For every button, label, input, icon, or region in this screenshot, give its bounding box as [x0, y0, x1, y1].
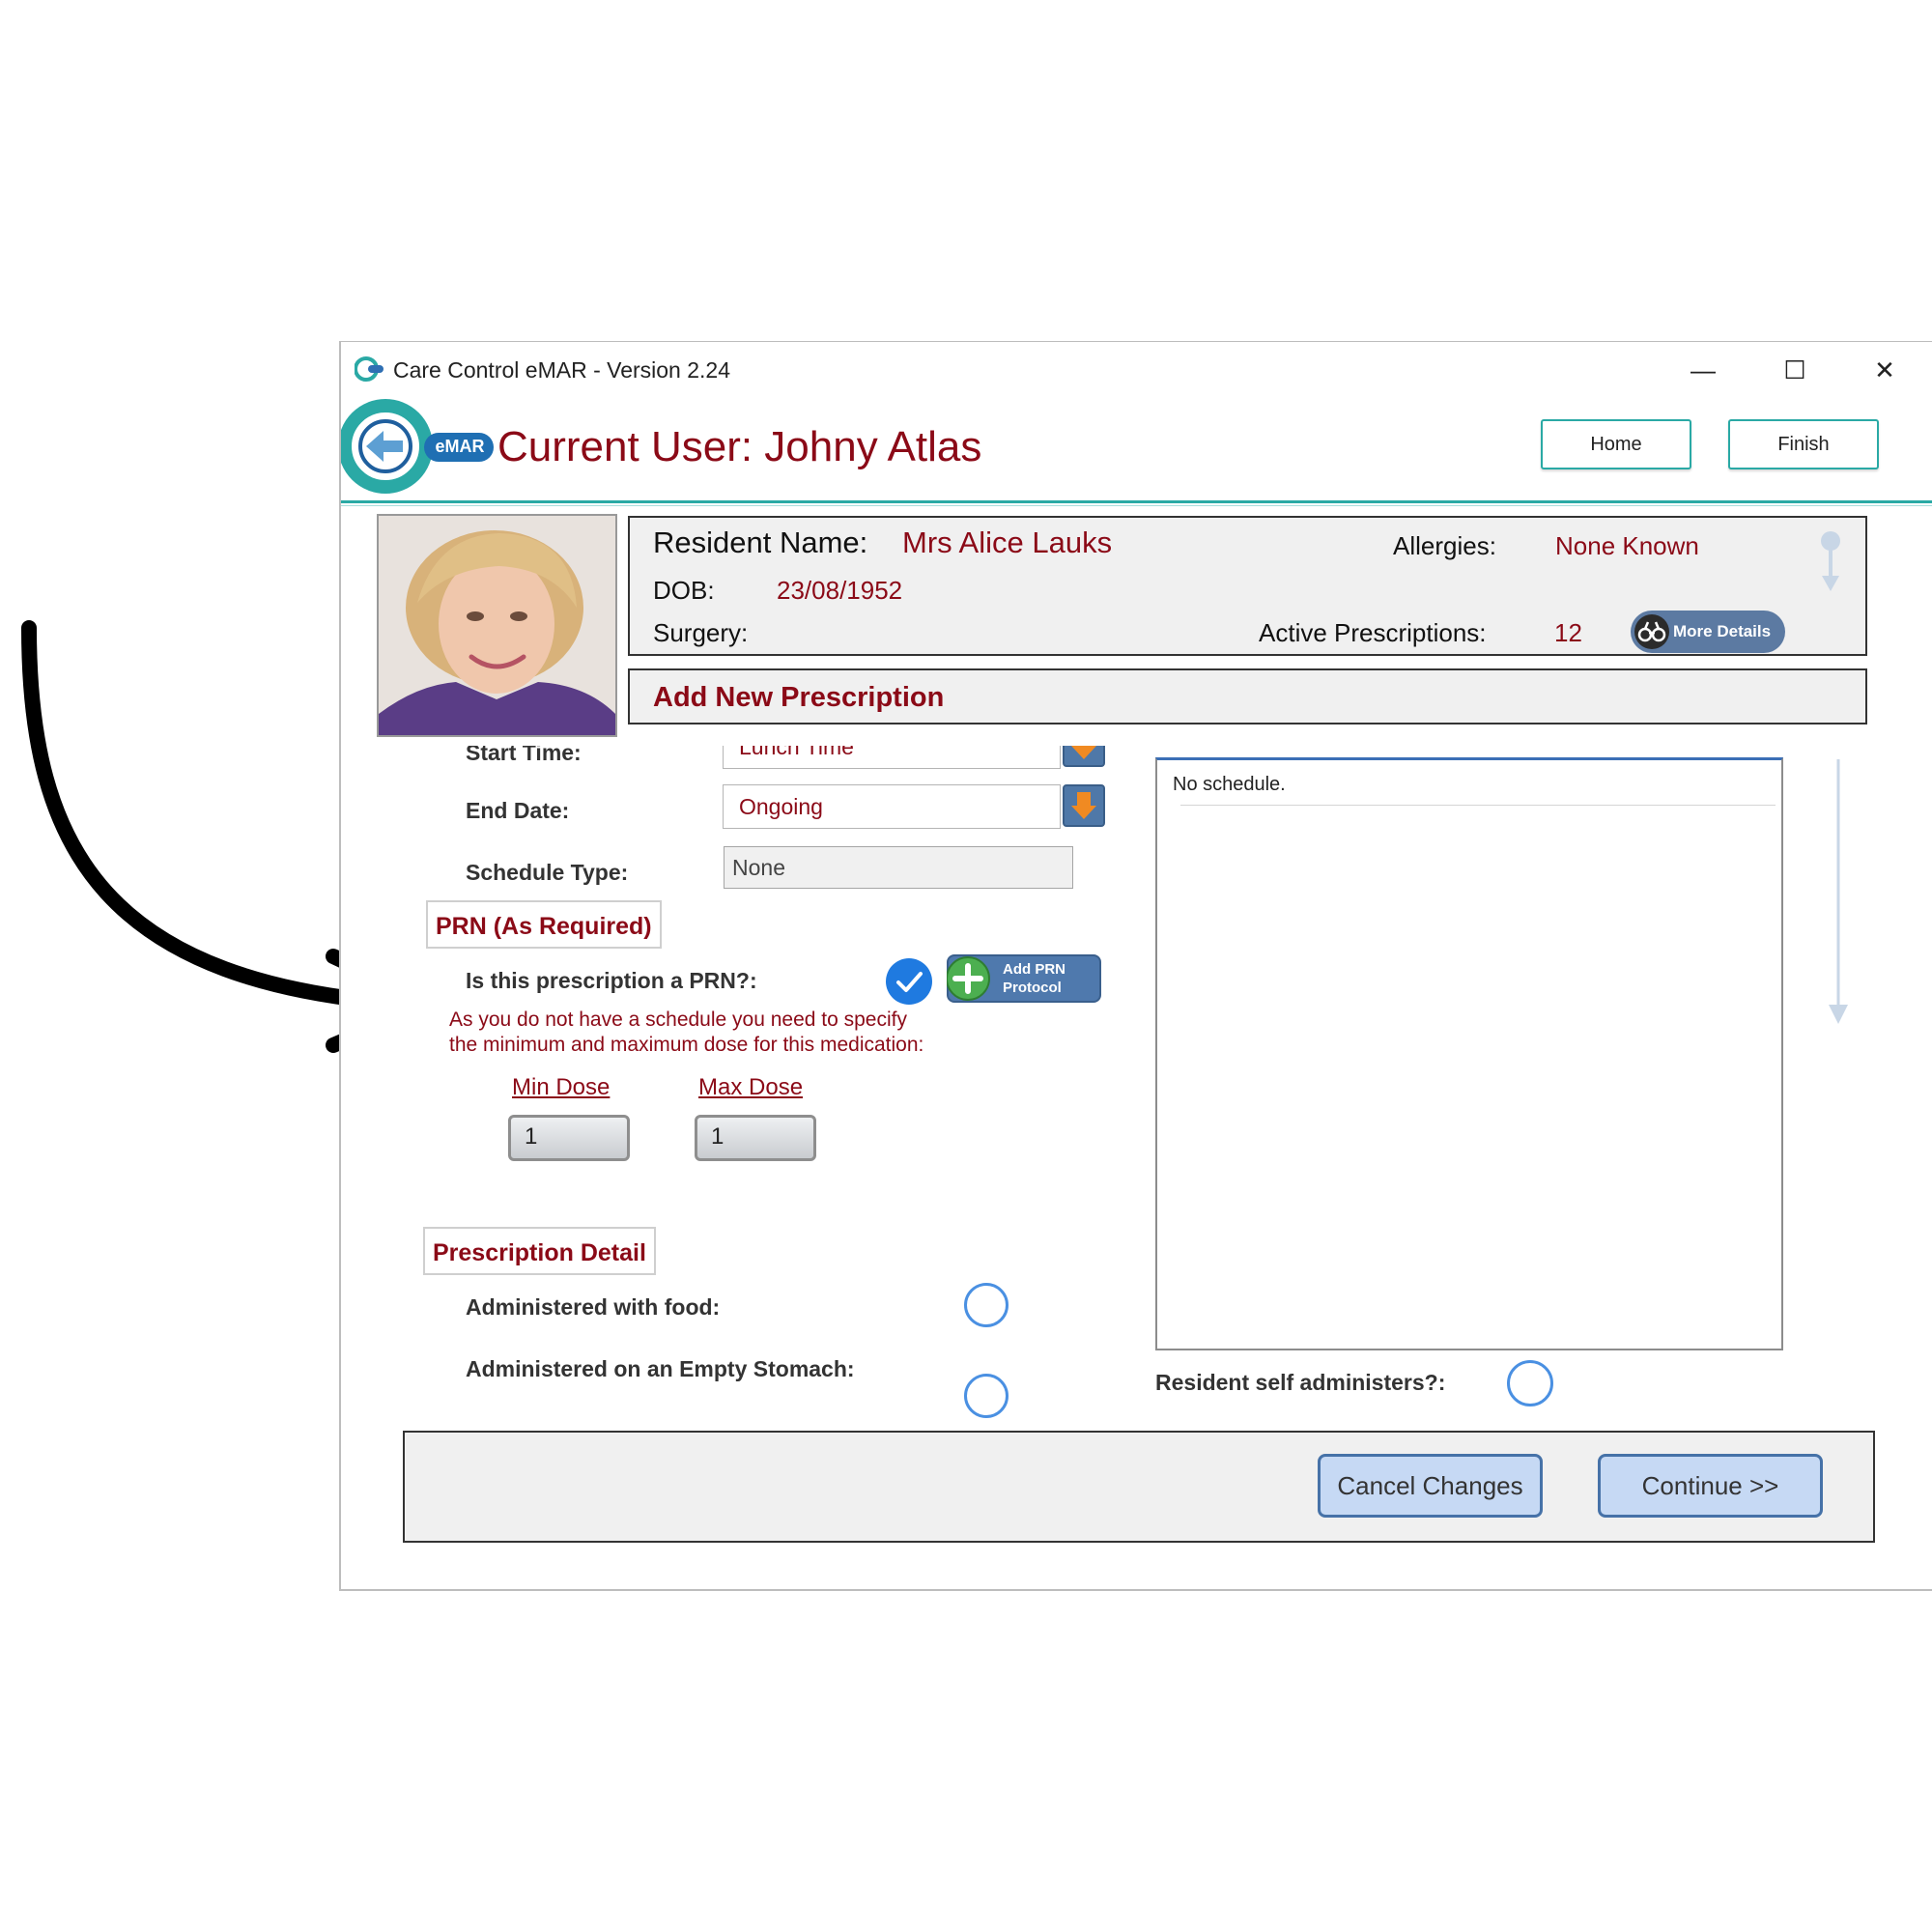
self-administers-label: Resident self administers?: — [1155, 1370, 1446, 1395]
app-window: Care Control eMAR - Version 2.24 — ☐ ✕ e… — [339, 341, 1932, 1591]
end-date-field[interactable]: Ongoing — [723, 784, 1061, 829]
orange-down-arrow-icon — [1071, 792, 1096, 819]
maximize-button[interactable]: ☐ — [1776, 355, 1814, 384]
minimize-button[interactable]: — — [1684, 355, 1722, 384]
empty-stomach-label: Administered on an Empty Stomach: — [466, 1356, 855, 1381]
dob-value: 23/08/1952 — [777, 576, 903, 605]
allergies-value: None Known — [1555, 531, 1699, 560]
max-dose-label: Max Dose — [698, 1074, 804, 1100]
form-scroll-area[interactable]: Start Time: Lunch Time End Date: Ongoing… — [341, 746, 1210, 1422]
resident-name-label: Resident Name: — [653, 526, 868, 559]
schedule-empty-text: No schedule. — [1173, 774, 1286, 795]
binoculars-icon — [1634, 614, 1669, 649]
schedule-type-field: None — [724, 846, 1073, 889]
active-prescriptions-label: Active Prescriptions: — [1259, 618, 1487, 647]
max-dose-input[interactable]: 1 — [695, 1115, 816, 1161]
cancel-changes-button[interactable]: Cancel Changes — [1318, 1454, 1543, 1518]
add-prn-label-1: Add PRN — [1003, 961, 1065, 978]
start-time-field[interactable]: Lunch Time — [723, 746, 1061, 769]
prn-checkbox-checked-icon[interactable] — [886, 958, 932, 1005]
schedule-type-label: Schedule Type: — [466, 860, 629, 885]
prn-question-label: Is this prescription a PRN?: — [466, 968, 757, 993]
prescription-detail-section-title: Prescription Detail — [423, 1227, 656, 1275]
prn-note-line-2: the minimum and maximum dose for this me… — [449, 1034, 924, 1056]
dob-label: DOB: — [653, 576, 715, 605]
end-date-label: End Date: — [466, 798, 570, 823]
schedule-scroll-indicator-icon[interactable] — [1827, 757, 1850, 1028]
start-time-label: Start Time: — [466, 746, 582, 765]
close-button[interactable]: ✕ — [1865, 355, 1904, 384]
resident-info-panel: Resident Name: Mrs Alice Lauks Allergies… — [628, 516, 1867, 656]
min-dose-label: Min Dose — [512, 1074, 611, 1100]
page-title-bar: Add New Prescription — [628, 668, 1867, 724]
add-plus-icon — [947, 956, 990, 1001]
resident-name-value: Mrs Alice Lauks — [902, 526, 1113, 559]
allergies-label: Allergies: — [1393, 531, 1496, 560]
prn-note-line-1: As you do not have a schedule you need t… — [449, 1009, 907, 1031]
self-administers-radio[interactable] — [1507, 1360, 1553, 1406]
schedule-divider — [1180, 805, 1776, 806]
title-bar: Care Control eMAR - Version 2.24 — ☐ ✕ — [341, 342, 1932, 396]
finish-button[interactable]: Finish — [1728, 419, 1879, 469]
active-prescriptions-value: 12 — [1554, 618, 1582, 647]
end-date-dropdown-button[interactable] — [1063, 784, 1105, 827]
resident-photo — [377, 514, 617, 737]
more-details-label: More Details — [1673, 622, 1772, 640]
surgery-label: Surgery: — [653, 618, 749, 647]
header-divider — [341, 500, 1932, 503]
window-title: Care Control eMAR - Version 2.24 — [393, 357, 730, 383]
emar-badge: eMAR — [435, 437, 485, 456]
empty-stomach-radio[interactable] — [964, 1374, 1009, 1418]
add-prn-label-2: Protocol — [1003, 980, 1062, 996]
min-dose-input[interactable]: 1 — [508, 1115, 630, 1161]
add-prn-protocol-button[interactable]: Add PRN Protocol — [947, 954, 1101, 1003]
with-food-radio[interactable] — [964, 1283, 1009, 1327]
orange-down-arrow-icon — [1071, 746, 1096, 759]
prn-section-title: PRN (As Required) — [426, 900, 662, 949]
continue-button[interactable]: Continue >> — [1598, 1454, 1823, 1518]
home-button[interactable]: Home — [1541, 419, 1691, 469]
page-title: Add New Prescription — [653, 682, 945, 713]
footer-bar: Cancel Changes Continue >> — [403, 1431, 1875, 1543]
header-divider-secondary — [341, 505, 1932, 506]
more-details-button[interactable]: More Details — [1631, 611, 1785, 653]
schedule-panel: No schedule. — [1155, 757, 1783, 1350]
with-food-label: Administered with food: — [466, 1294, 721, 1320]
scroll-down-icon[interactable] — [1816, 529, 1845, 597]
current-user-title: Current User: Johny Atlas — [497, 423, 982, 470]
app-logo-small-icon — [355, 356, 384, 382]
app-header: eMAR Current User: Johny Atlas — [341, 396, 1932, 494]
start-time-dropdown-button[interactable] — [1063, 746, 1105, 767]
